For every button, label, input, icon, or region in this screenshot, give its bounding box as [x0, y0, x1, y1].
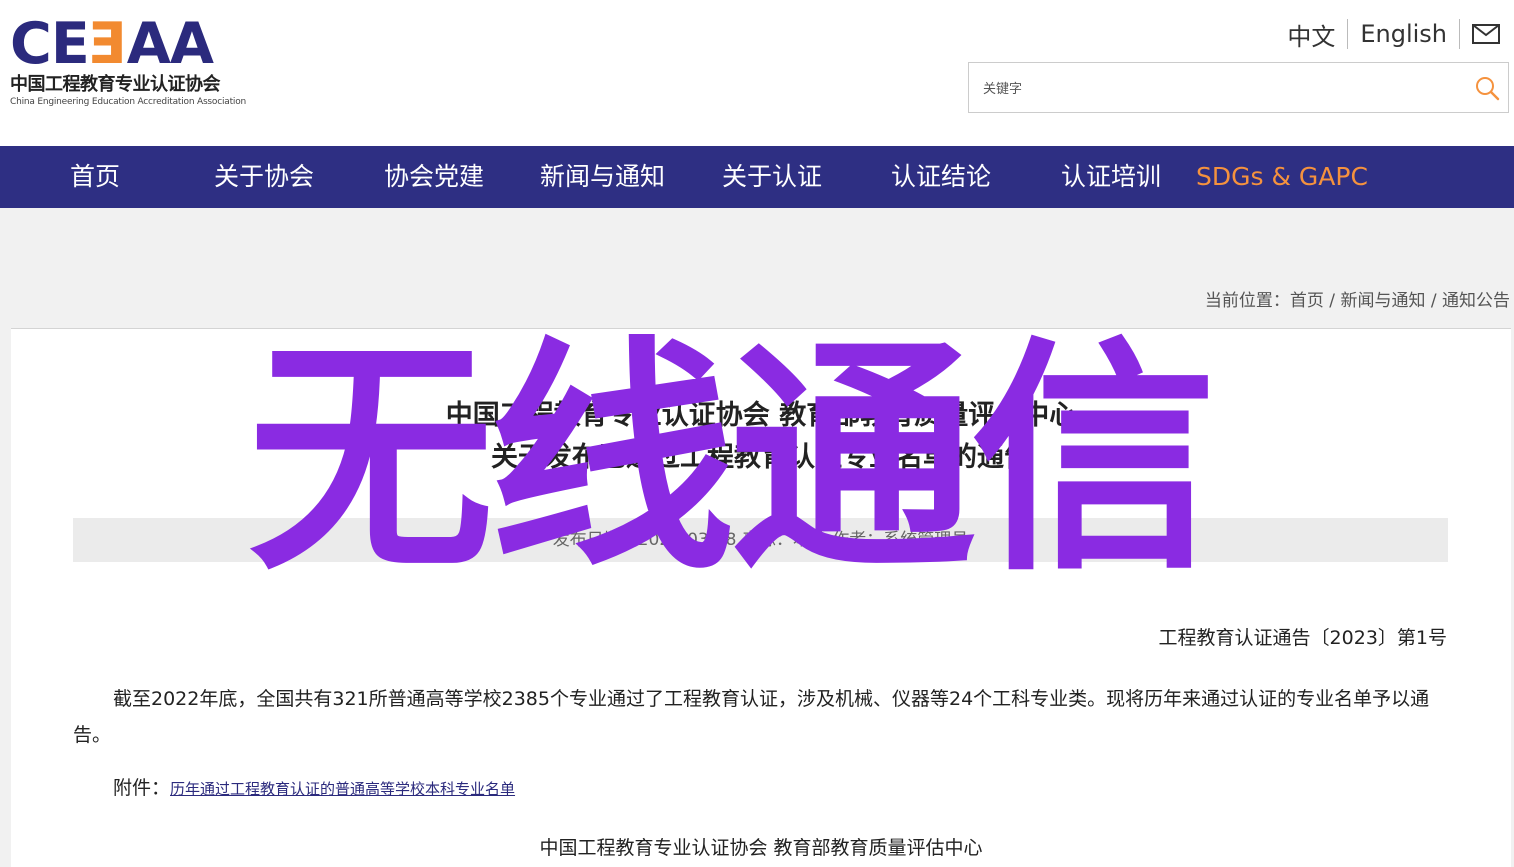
nav-item-news[interactable]: 新闻与通知 [540, 146, 665, 208]
watermark-overlay: 无线通信 [248, 318, 1217, 604]
search-box [968, 62, 1509, 113]
lang-cn-link[interactable]: 中文 [1275, 17, 1347, 52]
nav-item-results[interactable]: 认证结论 [891, 146, 991, 208]
logo-name-cn: 中国工程教育专业认证协会 [10, 74, 221, 95]
attachment-link[interactable]: 历年通过工程教育认证的普通高等学校本科专业名单 [170, 780, 515, 798]
search-icon[interactable] [1474, 75, 1500, 101]
mail-icon[interactable] [1472, 24, 1500, 44]
nav-item-about[interactable]: 关于协会 [214, 146, 314, 208]
nav-item-accreditation[interactable]: 关于认证 [722, 146, 822, 208]
lang-en-link[interactable]: English [1348, 20, 1459, 48]
notice-number: 工程教育认证通告〔2023〕第1号 [1158, 627, 1447, 649]
breadcrumb-home[interactable]: 首页 [1290, 291, 1324, 311]
language-switcher: 中文 English [1275, 14, 1500, 54]
breadcrumb-sep: / [1425, 291, 1442, 311]
attachment: 附件：历年通过工程教育认证的普通高等学校本科专业名单 [113, 773, 515, 800]
logo-name-en: China Engineering Education Accreditatio… [10, 97, 247, 107]
article-signature: 中国工程教育专业认证协会 教育部教育质量评估中心 [539, 837, 983, 859]
article-body: 截至2022年底，全国共有321所普通高等学校2385个专业通过了工程教育认证，… [73, 688, 1430, 746]
attachment-label: 附件： [113, 777, 171, 799]
lang-divider [1459, 19, 1460, 49]
site-header: CEEAA 中国工程教育专业认证协会 China Engineering Edu… [0, 0, 1514, 146]
breadcrumb-prefix: 当前位置： [1204, 291, 1290, 311]
nav-item-party[interactable]: 协会党建 [384, 146, 484, 208]
search-input[interactable] [981, 75, 1465, 103]
nav-item-home[interactable]: 首页 [70, 146, 120, 208]
nav-item-sdgs-gapc[interactable]: SDGs & GAPC [1196, 146, 1368, 208]
breadcrumb-sep: / [1323, 291, 1341, 311]
breadcrumb: 当前位置：首页 / 新闻与通知 / 通知公告 [1205, 286, 1510, 311]
breadcrumb-notices[interactable]: 通知公告 [1442, 291, 1510, 311]
nav-item-training[interactable]: 认证培训 [1061, 146, 1161, 208]
main-nav: 首页 关于协会 协会党建 新闻与通知 关于认证 认证结论 认证培训 SDGs &… [0, 146, 1514, 208]
logo-mark: CEEAA [10, 11, 214, 77]
breadcrumb-news[interactable]: 新闻与通知 [1340, 291, 1425, 311]
ceeaa-logo[interactable]: CEEAA 中国工程教育专业认证协会 China Engineering Edu… [10, 11, 266, 114]
